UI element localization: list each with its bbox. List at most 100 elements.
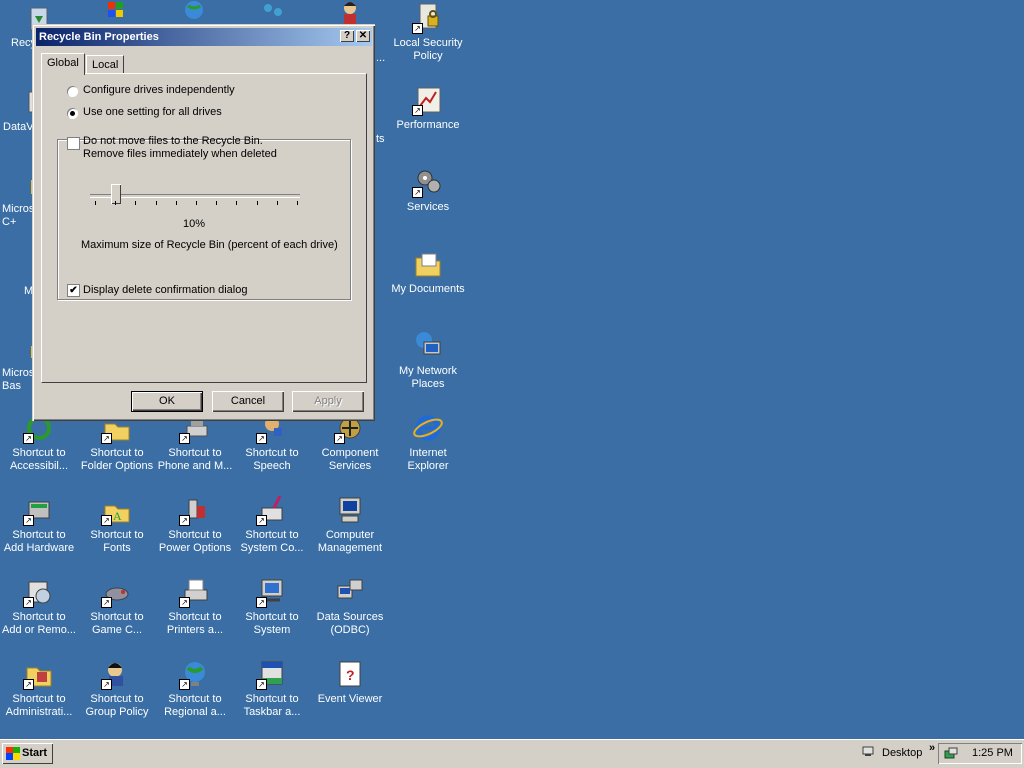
shortcut-arrow-icon: ↗ <box>23 679 34 690</box>
slider-track <box>90 194 300 198</box>
clock[interactable]: 1:25 PM <box>972 747 1013 759</box>
desktop-icon-internet-explorer[interactable]: Internet Explorer <box>389 412 467 473</box>
slider-tick <box>196 201 197 205</box>
desktop-icon-accessibility[interactable]: ↗ Shortcut to Accessibil... <box>0 412 78 473</box>
desktop-icon-add-remove[interactable]: ↗ Shortcut to Add or Remo... <box>0 576 78 637</box>
icon-label: Shortcut to Group Policy <box>85 693 149 718</box>
do-not-move-label-line2: Remove files immediately when deleted <box>83 148 277 160</box>
icon-label: Shortcut to Folder Options <box>80 447 154 472</box>
start-button[interactable]: Start <box>2 743 53 764</box>
desktop-icon-add-hardware[interactable]: ↗ Shortcut to Add Hardware <box>0 494 78 555</box>
power-options-icon: ↗ <box>179 494 211 526</box>
radio-selected-dot <box>70 111 75 116</box>
desktop-icon-fonts[interactable]: A ↗ Shortcut to Fonts <box>78 494 156 555</box>
title-bar[interactable]: Recycle Bin Properties ? ✕ <box>36 28 372 46</box>
services-icon: ↗ <box>412 166 444 198</box>
icon-label: Shortcut to System <box>245 611 299 636</box>
radio-configure-independently[interactable] <box>67 86 78 97</box>
desktop-icon-group-policy[interactable]: ↗ Shortcut to Group Policy <box>78 658 156 719</box>
icon-label: Shortcut to Printers a... <box>166 611 224 636</box>
icon-label: Shortcut to Administrati... <box>5 693 73 718</box>
tab-local-disk[interactable]: Local Disk (C:) <box>86 55 125 107</box>
cancel-button[interactable]: Cancel <box>212 391 284 412</box>
system-config-icon: ↗ <box>256 494 288 526</box>
recycle-bin-properties-dialog: Recycle Bin Properties ? ✕ Global Local … <box>32 24 375 421</box>
taskbar: Start Desktop » 1:25 PM <box>0 739 1024 768</box>
icon-label: Shortcut to System Co... <box>240 529 304 554</box>
desktop-icon-regional[interactable]: ↗ Shortcut to Regional a... <box>156 658 234 719</box>
windows-logo-icon-lower <box>6 753 20 760</box>
tab-global[interactable]: Global <box>41 53 85 75</box>
icon-label: Computer Management <box>317 529 383 554</box>
do-not-move-label-line1: Do not move files to the Recycle Bin. <box>83 135 263 147</box>
desktop-icon-phone-modem[interactable]: ↗ Shortcut to Phone and M... <box>156 412 234 473</box>
slider-tick <box>276 201 278 205</box>
performance-icon: ↗ <box>412 84 444 116</box>
shortcut-arrow-icon: ↗ <box>101 597 112 608</box>
internet-explorer-icon <box>412 412 444 444</box>
ok-button[interactable]: OK <box>131 391 203 412</box>
desktop-icon-services[interactable]: ↗ Services <box>389 166 467 214</box>
do-not-move-checkbox[interactable] <box>67 137 80 150</box>
desktop-icon-performance[interactable]: ↗ Performance <box>389 84 467 132</box>
desktop-icon-speech[interactable]: ↗ Shortcut to Speech <box>233 412 311 473</box>
regional-icon: ↗ <box>179 658 211 690</box>
desktop-icon-printers[interactable]: ↗ Shortcut to Printers a... <box>156 576 234 637</box>
shortcut-arrow-icon: ↗ <box>179 515 190 526</box>
icon-label: My Network Places <box>398 365 458 390</box>
shortcut-arrow-icon: ↗ <box>179 433 190 444</box>
icon-label: Local Security Policy <box>393 37 463 62</box>
desktop-icon-system-config[interactable]: ↗ Shortcut to System Co... <box>233 494 311 555</box>
apply-button[interactable]: Apply <box>292 391 364 412</box>
shortcut-arrow-icon: ↗ <box>256 515 267 526</box>
desktop-icon-my-documents[interactable]: My Documents <box>389 248 467 296</box>
slider-tick <box>236 201 238 205</box>
network-places-icon <box>412 330 444 362</box>
check-mark-icon: ✔ <box>69 285 78 296</box>
shortcut-arrow-icon: ↗ <box>179 679 190 690</box>
desktop-icon-my-network-places[interactable]: My Network Places <box>389 330 467 391</box>
shortcut-arrow-icon: ↗ <box>412 105 423 116</box>
desktop-icon-folder-options[interactable]: ↗ Shortcut to Folder Options <box>78 412 156 473</box>
slider-caption: Maximum size of Recycle Bin (percent of … <box>81 239 338 251</box>
desktop-icon-admin-tools[interactable]: ↗ Shortcut to Administrati... <box>0 658 78 719</box>
desktop-icon-taskbar[interactable]: ↗ Shortcut to Taskbar a... <box>233 658 311 719</box>
icon-label: Shortcut to Add or Remo... <box>2 611 76 636</box>
desktop-icon-power-options[interactable]: ↗ Shortcut to Power Options <box>156 494 234 555</box>
odbc-icon <box>334 576 366 608</box>
close-button[interactable]: ✕ <box>356 30 370 42</box>
icon-label: Shortcut to Speech <box>245 447 299 472</box>
use-one-setting-label: Use one setting for all drives <box>81 106 224 118</box>
slider-tick <box>95 201 96 205</box>
desktop-icon-local-security-policy[interactable]: ↗ Local Security Policy <box>389 2 467 63</box>
icon-label: Shortcut to Accessibil... <box>9 447 69 472</box>
slider-tick <box>115 201 117 205</box>
start-label: Start <box>22 747 48 759</box>
desktop-icon-computer-management[interactable]: Computer Management <box>311 494 389 555</box>
desktop-toolbar-icon <box>862 745 874 757</box>
printers-icon: ↗ <box>179 576 211 608</box>
icon-label: Component Services <box>321 447 379 472</box>
slider-tick <box>135 201 137 205</box>
desktop-icon-system[interactable]: ↗ Shortcut to System <box>233 576 311 637</box>
svg-text:?: ? <box>346 667 355 683</box>
icon-label: Shortcut to Taskbar a... <box>243 693 301 718</box>
computer-management-icon <box>334 494 366 526</box>
radio-use-one-setting[interactable] <box>67 108 78 119</box>
icon-label: Data Sources (ODBC) <box>316 611 384 636</box>
desktop-icon-event-viewer[interactable]: ? Event Viewer <box>311 658 389 706</box>
confirm-dialog-checkbox[interactable]: ✔ <box>67 284 80 297</box>
network-tray-icon[interactable] <box>944 747 958 761</box>
dialog-title: Recycle Bin Properties <box>39 31 159 43</box>
desktop-toolbar-label[interactable]: Desktop <box>882 747 922 759</box>
add-remove-icon: ↗ <box>23 576 55 608</box>
desktop-icon-game-controllers[interactable]: ↗ Shortcut to Game C... <box>78 576 156 637</box>
game-controller-icon: ↗ <box>101 576 133 608</box>
toolbar-chevron-button[interactable]: » <box>929 742 935 754</box>
icon-label: Shortcut to Game C... <box>90 611 144 636</box>
icon-label: Internet Explorer <box>407 447 449 472</box>
help-button[interactable]: ? <box>340 30 354 42</box>
desktop-icon-component-services[interactable]: ↗ Component Services <box>311 412 389 473</box>
desktop-icon-odbc[interactable]: Data Sources (ODBC) <box>311 576 389 637</box>
icon-label: Shortcut to Add Hardware <box>3 529 75 554</box>
